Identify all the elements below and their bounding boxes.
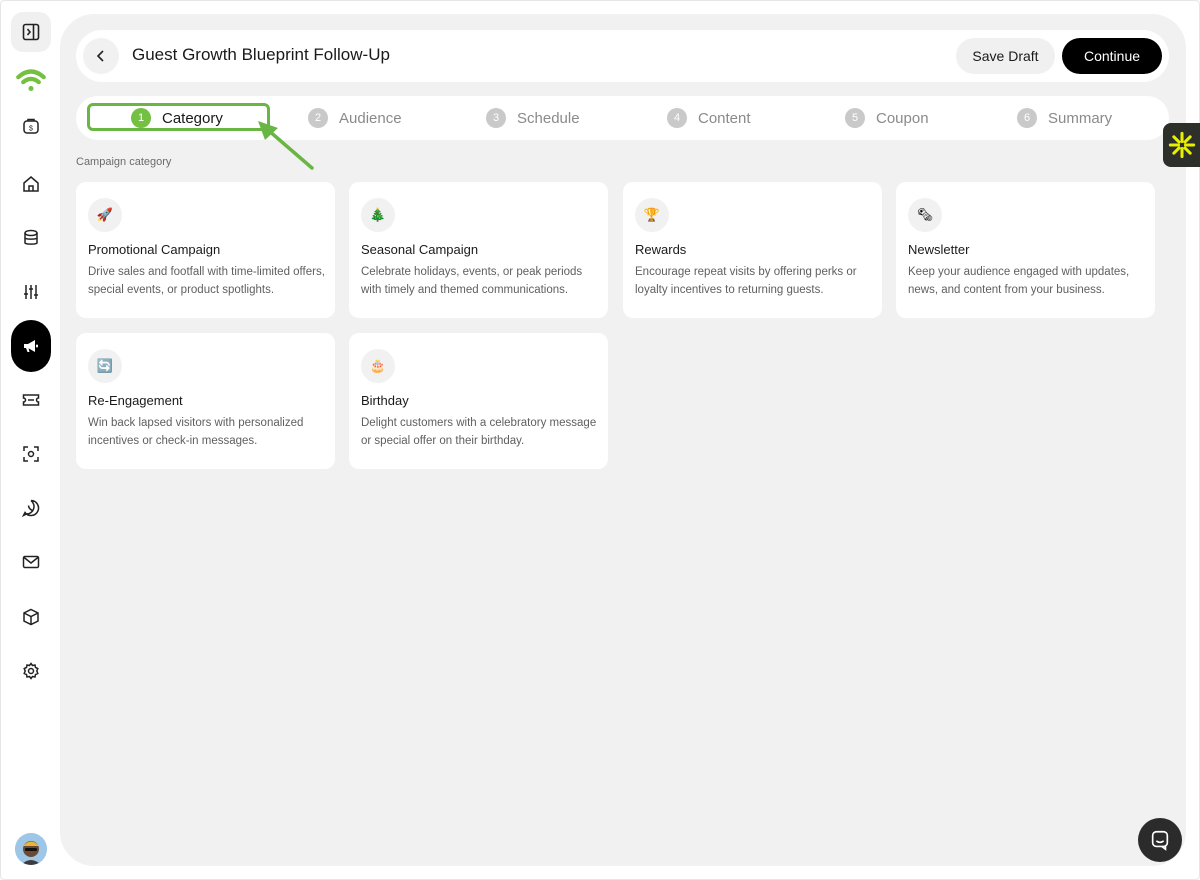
category-card-newsletter[interactable]: 🗞 Newsletter Keep your audience engaged … — [896, 182, 1155, 318]
sidebar-item-products[interactable] — [11, 597, 51, 637]
annotation-arrow-icon — [258, 121, 314, 170]
step-label: Coupon — [876, 109, 929, 127]
newspaper-icon: 🗞 — [908, 198, 942, 232]
sidebar-item-billing[interactable]: $ — [11, 106, 51, 146]
card-title: Seasonal Campaign — [361, 242, 479, 257]
step-label: Summary — [1048, 109, 1113, 127]
card-description: Drive sales and footfall with time-limit… — [88, 266, 325, 296]
step-audience[interactable]: 2 Audience — [308, 96, 402, 140]
chat-icon — [1151, 830, 1169, 851]
card-description: Encourage repeat visits by offering perk… — [635, 266, 857, 296]
sidebar-item-home[interactable] — [11, 164, 51, 204]
sidebar-toggle-button[interactable] — [11, 12, 51, 52]
card-description: Delight customers with a celebratory mes… — [361, 417, 597, 447]
side-widget-button[interactable] — [1163, 123, 1200, 167]
step-label: Audience — [339, 109, 402, 127]
step-label: Schedule — [517, 109, 580, 127]
step-number: 3 — [486, 108, 506, 128]
card-title: Newsletter — [908, 242, 970, 257]
sidebar-item-email[interactable] — [11, 542, 51, 582]
sidebar-item-campaigns[interactable] — [11, 320, 51, 372]
main-panel: Guest Growth Blueprint Follow-Up Save Dr… — [60, 14, 1186, 866]
step-summary[interactable]: 6 Summary — [1017, 96, 1112, 140]
sliders-icon — [24, 285, 38, 299]
category-card-promotional[interactable]: 🚀 Promotional Campaign Drive sales and f… — [76, 182, 335, 318]
chat-support-button[interactable] — [1138, 818, 1182, 862]
dollar-bag-icon: $ — [23, 118, 39, 134]
step-content[interactable]: 4 Content — [667, 96, 751, 140]
category-card-birthday[interactable]: 🎂 Birthday Delight customers with a cele… — [349, 333, 608, 469]
save-draft-button[interactable]: Save Draft — [956, 38, 1055, 74]
category-card-rewards[interactable]: 🏆 Rewards Encourage repeat visits by off… — [623, 182, 882, 318]
step-label: Content — [698, 109, 751, 127]
sidebar-item-tickets[interactable] — [11, 380, 51, 420]
category-card-seasonal[interactable]: 🎄 Seasonal Campaign Celebrate holidays, … — [349, 182, 608, 318]
step-number: 6 — [1017, 108, 1037, 128]
home-icon — [23, 176, 39, 192]
card-description: Win back lapsed visitors with personaliz… — [88, 417, 304, 447]
sidebar-item-settings[interactable] — [11, 651, 51, 691]
tree-icon: 🎄 — [361, 198, 395, 232]
category-card-re-engagement[interactable]: 🔄 Re-Engagement Win back lapsed visitors… — [76, 333, 335, 469]
sidebar: $ — [0, 0, 60, 880]
card-description: Celebrate holidays, events, or peak peri… — [361, 266, 583, 296]
whatsapp-icon — [21, 499, 40, 518]
sidebar-item-whatsapp[interactable] — [11, 488, 51, 528]
step-highlight-box — [87, 103, 270, 131]
sidebar-item-database[interactable] — [11, 218, 51, 258]
asterisk-logo-icon — [1168, 131, 1195, 159]
chevron-left-icon — [96, 50, 104, 62]
section-label: Campaign category — [76, 156, 172, 168]
sidebar-item-scan[interactable] — [11, 434, 51, 474]
step-number: 5 — [845, 108, 865, 128]
database-icon — [24, 229, 38, 245]
mail-icon — [22, 555, 40, 569]
page-title: Guest Growth Blueprint Follow-Up — [132, 45, 390, 64]
sidebar-expand-icon — [22, 23, 40, 41]
rocket-icon: 🚀 — [88, 198, 122, 232]
svg-text:$: $ — [29, 126, 33, 133]
card-title: Re-Engagement — [88, 393, 183, 408]
scan-icon — [23, 446, 39, 462]
wifi-logo-icon[interactable] — [11, 60, 51, 100]
megaphone-icon — [24, 340, 38, 352]
trophy-icon: 🏆 — [635, 198, 669, 232]
card-title: Rewards — [635, 242, 687, 257]
header-bar: Guest Growth Blueprint Follow-Up Save Dr… — [76, 30, 1169, 82]
card-description: Keep your audience engaged with updates,… — [908, 266, 1130, 296]
back-button[interactable] — [83, 38, 119, 74]
step-number: 4 — [667, 108, 687, 128]
cake-icon: 🎂 — [361, 349, 395, 383]
gear-icon — [23, 662, 39, 680]
avatar[interactable] — [15, 833, 47, 865]
continue-button[interactable]: Continue — [1062, 38, 1162, 74]
step-coupon[interactable]: 5 Coupon — [845, 96, 929, 140]
card-title: Promotional Campaign — [88, 242, 221, 257]
refresh-icon: 🔄 — [88, 349, 122, 383]
card-title: Birthday — [361, 393, 409, 408]
ticket-icon — [22, 394, 40, 406]
sidebar-item-settings-sliders[interactable] — [11, 272, 51, 312]
cube-icon — [23, 608, 39, 626]
step-schedule[interactable]: 3 Schedule — [486, 96, 580, 140]
user-avatar-icon — [15, 833, 47, 865]
